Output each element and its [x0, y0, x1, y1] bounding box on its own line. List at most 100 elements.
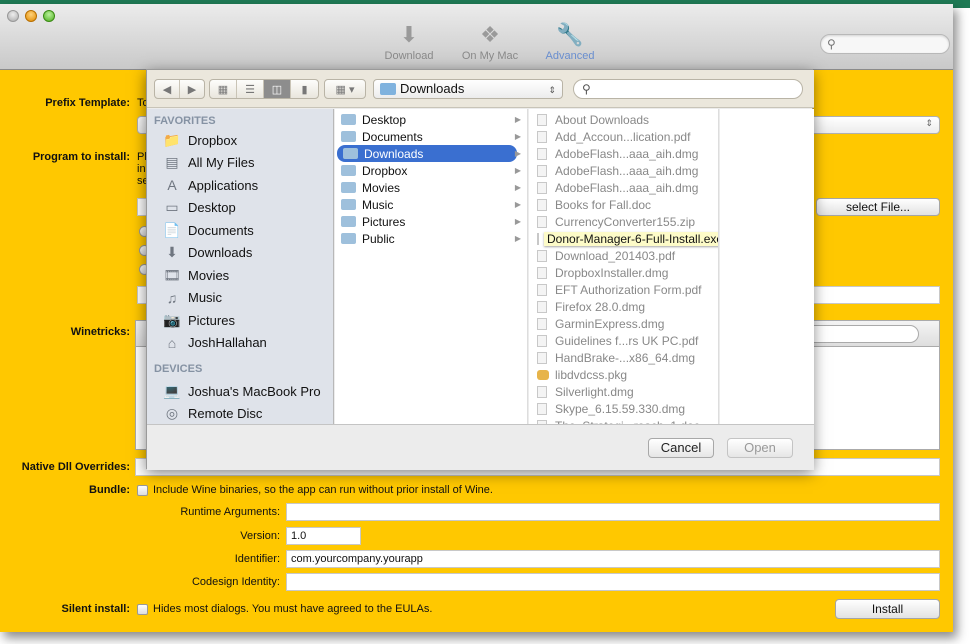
view-mode-buttons: ▦ ☰ ◫ ▮ [209, 79, 319, 99]
file-row-highlighted[interactable]: Donor-Manager-6-Full-Install.exe [529, 230, 718, 247]
folder-icon [341, 114, 356, 125]
file-name: AdobeFlash...aaa_aih.dmg [555, 163, 699, 178]
forward-button[interactable]: ▶ [180, 80, 204, 98]
file-row[interactable]: The_Strategi...roach_1.doc [529, 417, 718, 424]
file-name: CurrencyConverter155.zip [555, 214, 696, 229]
file-row[interactable]: About Downloads [529, 111, 718, 128]
version-field[interactable]: 1.0 [286, 527, 361, 545]
icon-view-button[interactable]: ▦ [210, 80, 237, 98]
cover-flow-button[interactable]: ▮ [291, 80, 318, 98]
dialog-search-field[interactable]: ⚲ [573, 79, 803, 99]
window-search-field[interactable]: ⚲ [820, 34, 950, 54]
folder-name: Music [362, 197, 394, 212]
sidebar-item-label: Pictures [188, 312, 235, 328]
location-popup[interactable]: Downloads ⇕ [373, 79, 563, 99]
bundle-checkbox[interactable] [137, 485, 148, 496]
file-row[interactable]: Add_Accoun...lication.pdf [529, 128, 718, 145]
zoom-window-button[interactable] [43, 10, 55, 22]
sidebar-item-movies[interactable]: 🎞 Movies [147, 264, 333, 287]
sidebar-item-applications[interactable]: A Applications [147, 174, 333, 197]
file-name: GarminExpress.dmg [555, 316, 665, 331]
folder-icon [341, 182, 356, 193]
file-row[interactable]: AdobeFlash...aaa_aih.dmg [529, 179, 718, 196]
minimize-window-button[interactable] [25, 10, 37, 22]
pdf-icon [537, 130, 547, 143]
toolbar-download-button[interactable]: ⬇ Download [381, 22, 437, 62]
sidebar-item-documents[interactable]: 📄 Documents [147, 219, 333, 242]
chevron-right-icon: ▶ [514, 234, 521, 243]
download-icon: ⬇ [399, 22, 419, 47]
folder-name: Downloads [364, 146, 424, 161]
sidebar-item-dropbox[interactable]: 📁 Dropbox [147, 129, 333, 152]
folder-row[interactable]: Music ▶ [335, 196, 527, 213]
file-name-tooltip: Donor-Manager-6-Full-Install.exe [544, 231, 718, 246]
close-window-button[interactable] [7, 10, 19, 22]
sidebar-item-pictures[interactable]: 📷 Pictures [147, 309, 333, 332]
folder-row[interactable]: Pictures ▶ [335, 213, 527, 230]
file-row[interactable]: libdvdcss.pkg [529, 366, 718, 383]
native-dll-overrides-label: Native Dll Overrides: [21, 461, 130, 473]
file-row[interactable]: GarminExpress.dmg [529, 315, 718, 332]
updown-arrows-icon: ⇕ [548, 85, 556, 95]
document-icon [537, 198, 547, 211]
install-button[interactable]: Install [835, 599, 940, 619]
file-row[interactable]: Firefox 28.0.dmg [529, 298, 718, 315]
arrange-menu-button[interactable]: ▦ ▾ [324, 79, 366, 99]
toolbar-label: On My Mac [461, 50, 519, 62]
file-row[interactable]: DropboxInstaller.dmg [529, 264, 718, 281]
toolbar-advanced-button[interactable]: 🔧 Advanced [540, 22, 600, 62]
toolbar-label: Advanced [545, 50, 595, 62]
file-column: About Downloads Add_Accoun...lication.pd… [529, 109, 719, 424]
silent-install-label: Silent install: [61, 603, 130, 615]
file-row[interactable]: HandBrake-...x86_64.dmg [529, 349, 718, 366]
silent-install-checkbox[interactable] [137, 604, 148, 615]
sidebar-item-macbook[interactable]: 💻 Joshua's MacBook Pro [147, 380, 333, 403]
bundle-description: Include Wine binaries, so the app can ru… [153, 484, 493, 496]
chevron-right-icon: ▶ [514, 200, 521, 209]
file-row[interactable]: Download_201403.pdf [529, 247, 718, 264]
file-row[interactable]: AdobeFlash...aaa_aih.dmg [529, 145, 718, 162]
sidebar-item-music[interactable]: ♫ Music [147, 287, 333, 310]
folder-row-selected[interactable]: Downloads ▶ [337, 145, 521, 162]
folder-icon [341, 216, 356, 227]
runtime-arguments-field[interactable] [286, 503, 940, 521]
list-view-button[interactable]: ☰ [237, 80, 264, 98]
pdf-icon [537, 249, 547, 262]
silent-install-description: Hides most dialogs. You must have agreed… [153, 603, 433, 615]
laptop-icon: 💻 [163, 382, 181, 399]
folder-row[interactable]: Documents ▶ [335, 128, 527, 145]
file-name: Silverlight.dmg [555, 384, 634, 399]
file-row[interactable]: Books for Fall.doc [529, 196, 718, 213]
open-button[interactable]: Open [727, 438, 793, 458]
location-label: Downloads [400, 81, 465, 96]
select-file-button[interactable]: select File... [816, 198, 940, 216]
sidebar-item-home[interactable]: ⌂ JoshHallahan [147, 332, 333, 355]
identifier-label: Identifier: [234, 553, 280, 565]
folder-row[interactable]: Movies ▶ [335, 179, 527, 196]
cancel-button[interactable]: Cancel [648, 438, 714, 458]
open-file-dialog: ◀ ▶ ▦ ☰ ◫ ▮ ▦ ▾ Downloads ⇕ ⚲ FAVORITES … [146, 69, 814, 470]
file-row[interactable]: CurrencyConverter155.zip [529, 213, 718, 230]
sidebar-item-all-my-files[interactable]: ▤ All My Files [147, 152, 333, 175]
toolbar-label: Download [384, 50, 434, 62]
sidebar-item-desktop[interactable]: ▭ Desktop [147, 197, 333, 220]
file-row[interactable]: Guidelines f...rs UK PC.pdf [529, 332, 718, 349]
file-row[interactable]: Skype_6.15.59.330.dmg [529, 400, 718, 417]
file-row[interactable]: EFT Authorization Form.pdf [529, 281, 718, 298]
toolbar-on-my-mac-button[interactable]: ❖ On My Mac [458, 22, 522, 62]
back-button[interactable]: ◀ [155, 80, 180, 98]
sidebar-item-downloads[interactable]: ⬇ Downloads [147, 242, 333, 265]
column-view-button[interactable]: ◫ [264, 80, 291, 98]
codesign-identity-field[interactable] [286, 573, 940, 591]
file-row[interactable]: AdobeFlash...aaa_aih.dmg [529, 162, 718, 179]
sidebar-item-label: Joshua's MacBook Pro [188, 383, 321, 399]
folder-row[interactable]: Dropbox ▶ [335, 162, 527, 179]
disc-icon: ◎ [165, 405, 179, 422]
file-row[interactable]: Silverlight.dmg [529, 383, 718, 400]
folder-row[interactable]: Public ▶ [335, 230, 527, 247]
folder-row[interactable]: Desktop ▶ [335, 111, 527, 128]
identifier-field[interactable]: com.yourcompany.yourapp [286, 550, 940, 568]
sidebar-item-remote-disc[interactable]: ◎ Remote Disc [147, 403, 333, 425]
program-text-line: in [137, 163, 146, 175]
dialog-sidebar: FAVORITES 📁 Dropbox ▤ All My Files A Applic… [147, 109, 334, 424]
